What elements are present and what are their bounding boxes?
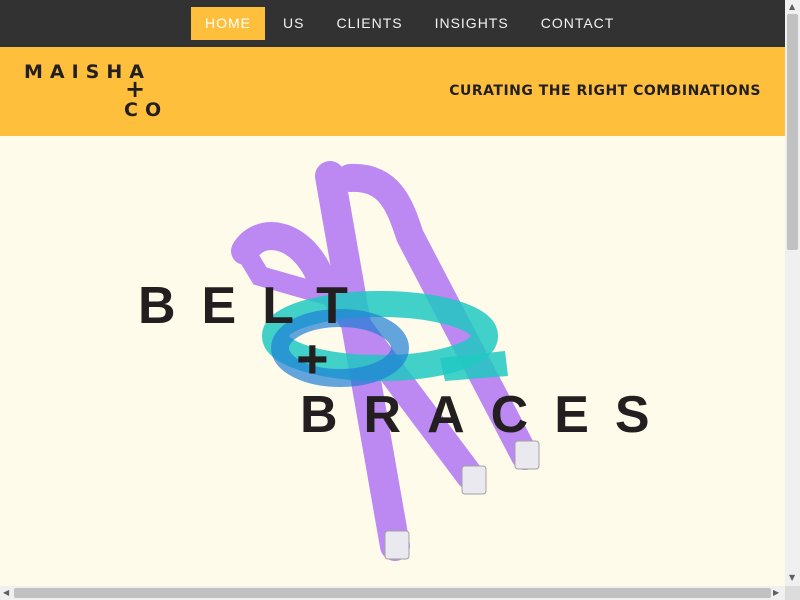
maisha-co-logo[interactable]: MAISHA + CO <box>24 61 174 123</box>
hero-section: BELT + BRACES <box>0 136 785 586</box>
scrollbar-corner <box>785 586 800 600</box>
scroll-right-arrow-icon[interactable]: ▶ <box>773 588 779 598</box>
scroll-down-arrow-icon[interactable]: ▼ <box>789 573 795 583</box>
nav-item-insights[interactable]: INSIGHTS <box>421 7 523 40</box>
nav-item-us[interactable]: US <box>269 7 318 40</box>
hero-title-belt: BELT <box>138 277 374 335</box>
nav-item-contact[interactable]: CONTACT <box>527 7 629 40</box>
vertical-scroll-thumb[interactable] <box>787 14 798 250</box>
scroll-up-arrow-icon[interactable]: ▲ <box>789 2 795 12</box>
hero-title-braces: BRACES <box>300 386 676 444</box>
nav-item-clients[interactable]: CLIENTS <box>322 7 416 40</box>
top-navigation-bar: HOME US CLIENTS INSIGHTS CONTACT <box>0 0 785 47</box>
logo-plus: + <box>125 75 146 103</box>
brand-header: MAISHA + CO CURATING THE RIGHT COMBINATI… <box>0 47 785 136</box>
scroll-left-arrow-icon[interactable]: ◀ <box>3 588 9 598</box>
belt-and-braces-artwork: BELT + BRACES <box>138 161 676 561</box>
hero-plus: + <box>296 327 329 390</box>
nav-menu: HOME US CLIENTS INSIGHTS CONTACT <box>191 7 632 40</box>
horizontal-scroll-thumb[interactable] <box>14 588 771 598</box>
tagline: CURATING THE RIGHT COMBINATIONS <box>449 83 761 99</box>
nav-item-home[interactable]: HOME <box>191 7 265 40</box>
logo-text-co: CO <box>124 99 169 121</box>
